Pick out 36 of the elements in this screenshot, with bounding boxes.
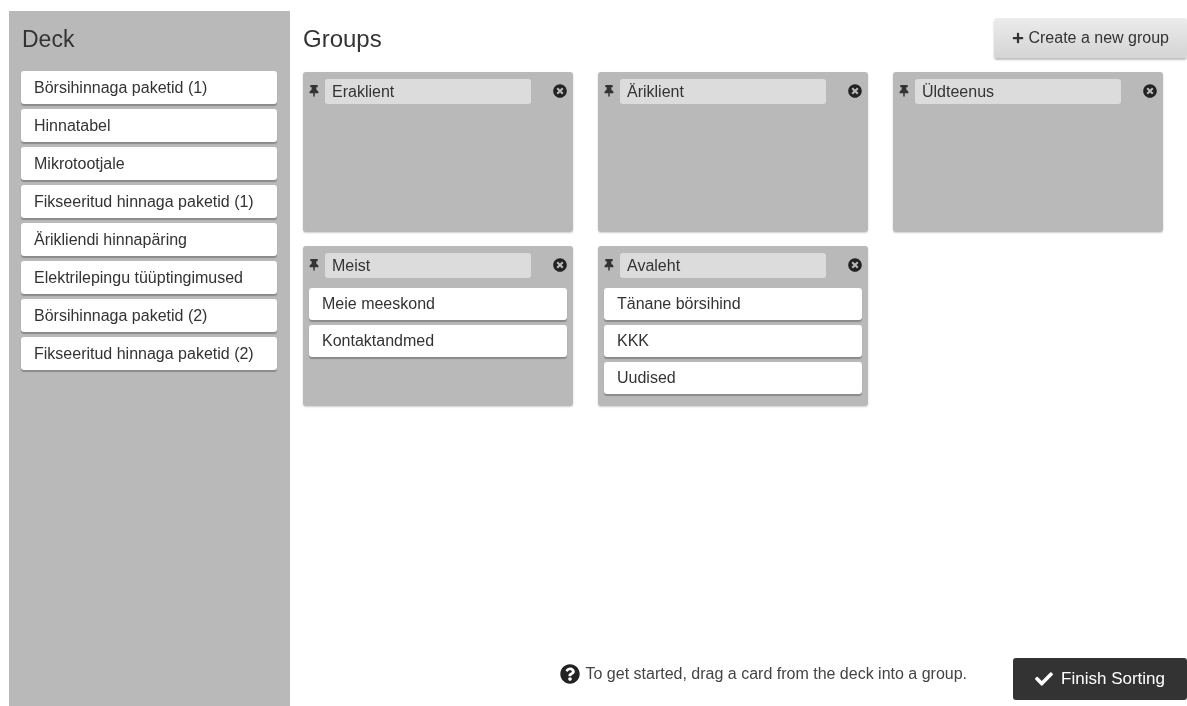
deck-card[interactable]: Börsihinnaga paketid (1) <box>21 71 277 104</box>
pin-icon[interactable] <box>604 259 614 271</box>
group-card-item[interactable]: Uudised <box>604 362 862 394</box>
plus-icon <box>1012 32 1025 44</box>
deck-card[interactable]: Elektrilepingu tüüptingimused <box>21 261 277 294</box>
pin-icon[interactable] <box>309 85 319 97</box>
pin-icon[interactable] <box>604 85 614 97</box>
group-card-item[interactable]: Tänane börsihind <box>604 288 862 320</box>
finish-sorting-button[interactable]: Finish Sorting <box>1013 658 1187 700</box>
group-name-field[interactable]: Meist <box>325 252 531 278</box>
group-card-item[interactable]: Meie meeskond <box>309 288 567 320</box>
hint-text: To get started, drag a card from the deck into a group. <box>585 664 968 684</box>
close-icon[interactable] <box>848 258 862 272</box>
close-icon[interactable] <box>1143 84 1157 98</box>
help-icon <box>559 664 580 684</box>
close-icon[interactable] <box>848 84 862 98</box>
group-name-field[interactable]: Avaleht <box>620 252 826 278</box>
group-name-field[interactable]: Eraklient <box>325 78 531 104</box>
group-card-item[interactable]: Kontaktandmed <box>309 325 567 357</box>
create-group-button[interactable]: Create a new group <box>994 18 1187 58</box>
close-icon[interactable] <box>553 258 567 272</box>
group-name-field[interactable]: Üldteenus <box>915 78 1121 104</box>
deck-card[interactable]: Mikrotootjale <box>21 147 277 180</box>
deck-card[interactable]: Hinnatabel <box>21 109 277 142</box>
group-name-field[interactable]: Äriklient <box>620 78 826 104</box>
deck-card[interactable]: Fikseeritud hinnaga paketid (2) <box>21 337 277 370</box>
deck-card[interactable]: Ärikliendi hinnapäring <box>21 223 277 256</box>
deck-title: Deck <box>21 25 76 53</box>
pin-icon[interactable] <box>309 259 319 271</box>
deck-card[interactable]: Fikseeritud hinnaga paketid (1) <box>21 185 277 218</box>
pin-icon[interactable] <box>899 85 909 97</box>
deck-card[interactable]: Börsihinnaga paketid (2) <box>21 299 277 332</box>
group-card-item[interactable]: KKK <box>604 325 862 357</box>
close-icon[interactable] <box>553 84 567 98</box>
check-icon <box>1035 670 1054 688</box>
groups-title: Groups <box>303 24 382 54</box>
